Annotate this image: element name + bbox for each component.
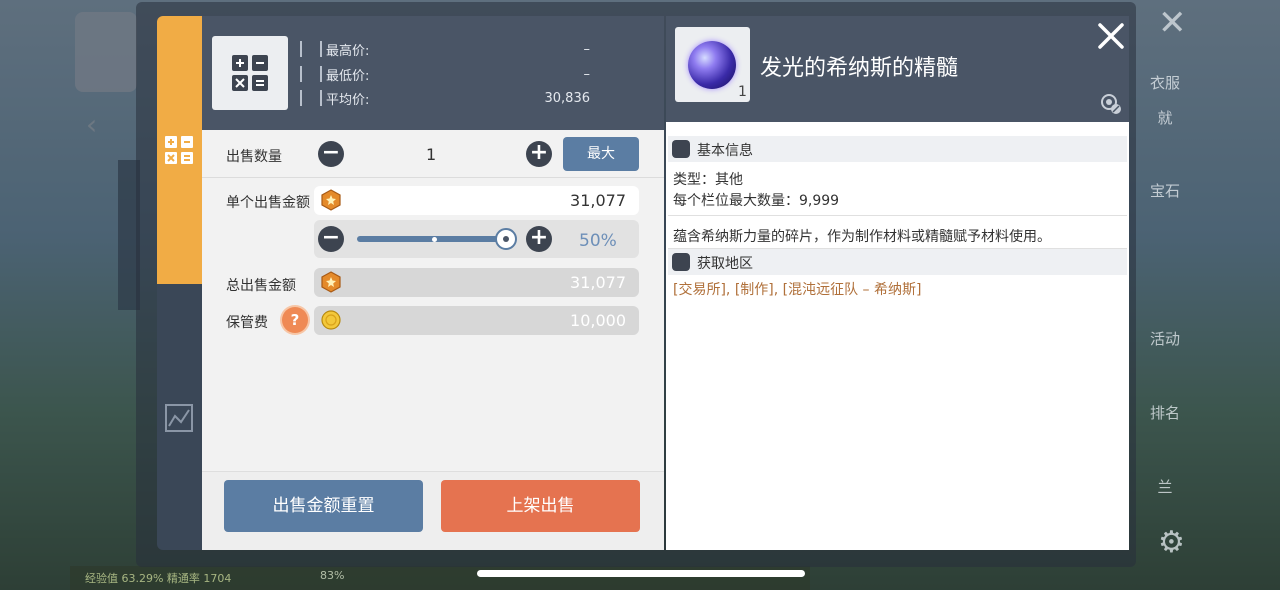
price-low-label: 最低价: <box>326 68 370 84</box>
glowing-orb-item-icon <box>688 41 736 89</box>
max-qty-button[interactable]: 最大 <box>563 137 639 171</box>
price-high-value: – <box>583 41 591 57</box>
basic-info-title: 基本信息 <box>697 143 753 159</box>
total-price-field: 31,077 <box>314 268 639 297</box>
status-exp-text: 经验值 63.29% 精通率 1704 <box>85 572 232 585</box>
barcode-icon <box>300 90 322 106</box>
chart-icon[interactable] <box>163 402 195 434</box>
price-row-avg: 平均价: 30,836 <box>300 88 600 108</box>
price-slider-handle[interactable] <box>495 228 517 250</box>
qty-label: 出售数量 <box>226 149 282 165</box>
gold-coin-icon <box>321 310 341 330</box>
close-icon[interactable] <box>1096 21 1126 51</box>
hud-label-2: 就 <box>1157 109 1173 127</box>
lock-icon <box>1101 94 1121 114</box>
fee-field: 10,000 <box>314 306 639 335</box>
hud-label-6: 兰 <box>1157 478 1173 496</box>
price-low-value: – <box>583 66 591 82</box>
settings-gear-icon: ⚙ <box>1158 525 1185 560</box>
item-description: 蕴含希纳斯力量的碎片，作为制作材料或精髓赋予材料使用。 <box>673 229 1051 245</box>
location-pin-icon <box>672 253 690 271</box>
slider-percent-text: 50% <box>579 231 617 251</box>
list-for-sale-button[interactable]: 上架出售 <box>441 480 640 532</box>
divider <box>668 215 1127 216</box>
qty-value: 1 <box>426 145 437 164</box>
item-source-list[interactable]: [交易所], [制作], [混沌远征队 – 希纳斯] <box>673 279 921 299</box>
qty-plus-button[interactable]: + <box>526 141 552 167</box>
hex-coin-icon <box>321 271 341 293</box>
barcode-icon <box>300 66 322 82</box>
source-title: 获取地区 <box>697 256 753 272</box>
unit-price-input[interactable]: 31,077 <box>314 186 639 215</box>
calculator-icon <box>232 55 268 91</box>
total-price-label: 总出售金额 <box>226 278 296 294</box>
calculator-badge <box>212 36 288 110</box>
item-max-stack-text: 每个栏位最大数量：9,999 <box>673 193 840 209</box>
unit-price-value: 31,077 <box>570 191 626 210</box>
price-row-low: 最低价: – <box>300 64 600 84</box>
hud-label-rank: 排名 <box>1149 404 1180 422</box>
hud-close-icon: ✕ <box>1158 3 1187 43</box>
basic-info-section-header: 基本信息 <box>668 136 1127 162</box>
item-count: 1 <box>738 84 747 100</box>
info-bag-icon <box>672 140 690 158</box>
price-high-label: 最高价: <box>326 43 370 59</box>
hud-label-event: 活动 <box>1149 330 1180 348</box>
price-minus-button[interactable]: − <box>318 226 344 252</box>
price-row-high: 最高价: – <box>300 39 600 59</box>
unit-price-label: 单个出售金额 <box>226 195 310 211</box>
reset-price-button[interactable]: 出售金额重置 <box>224 480 423 532</box>
home-indicator[interactable] <box>477 570 805 577</box>
plus-icon: + <box>529 225 549 250</box>
barcode-icon <box>300 41 322 57</box>
minus-icon: − <box>321 225 341 250</box>
fee-value: 10,000 <box>570 311 626 330</box>
fee-help-button[interactable]: ? <box>282 307 308 333</box>
slider-midpoint-marker <box>432 237 437 242</box>
hud-label-gem: 宝石 <box>1149 182 1180 200</box>
price-avg-value: 30,836 <box>544 90 591 106</box>
price-plus-button[interactable]: + <box>526 226 552 252</box>
plus-icon: + <box>529 140 549 165</box>
item-type-text: 类型：其他 <box>673 172 743 188</box>
total-price-value: 31,077 <box>570 273 626 292</box>
calculator-icon[interactable] <box>163 134 195 166</box>
hex-coin-icon <box>321 189 341 211</box>
battery-text: 83% <box>320 569 345 582</box>
qty-minus-button[interactable]: − <box>318 141 344 167</box>
hud-label-clothes: 衣服 <box>1149 74 1180 92</box>
price-avg-label: 平均价: <box>326 92 370 108</box>
source-section-header: 获取地区 <box>668 249 1127 275</box>
item-name: 发光的希纳斯的精髓 <box>760 56 959 81</box>
divider <box>202 177 664 178</box>
minus-icon: − <box>321 140 341 165</box>
fee-label: 保管费 <box>226 315 268 331</box>
